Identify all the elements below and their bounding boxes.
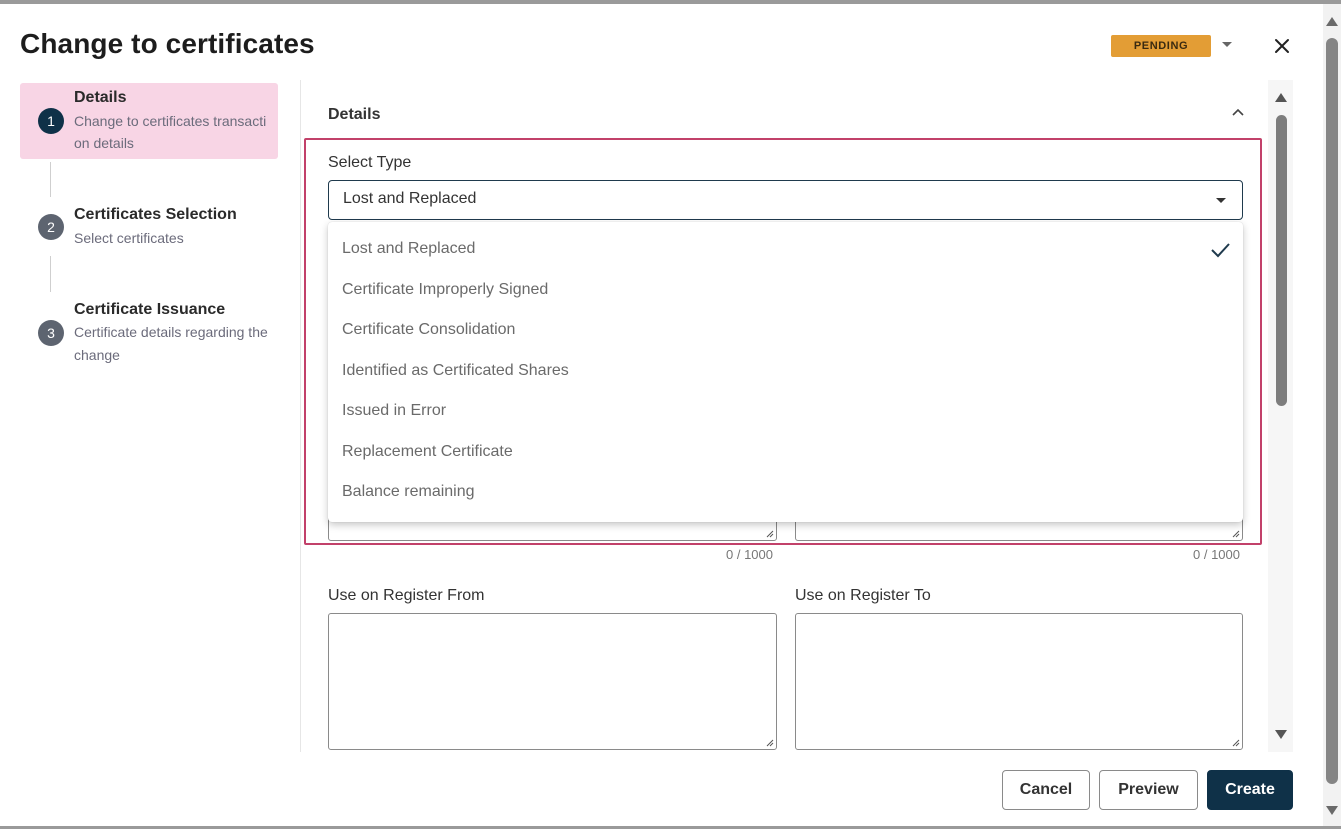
register-to-label: Use on Register To xyxy=(795,587,931,604)
register-from-input[interactable] xyxy=(328,613,777,750)
step-3-subtitle: Certificate details regarding the xyxy=(74,324,268,340)
step-1-title[interactable]: Details xyxy=(74,89,126,107)
preview-button[interactable]: Preview xyxy=(1099,770,1198,810)
scrollbar-thumb[interactable] xyxy=(1276,115,1287,406)
dialog-title: Change to certificates xyxy=(20,28,315,59)
step-3-number: 3 xyxy=(38,320,64,346)
status-badge[interactable]: PENDING xyxy=(1111,35,1211,57)
top-border xyxy=(0,0,1341,4)
scroll-down-icon[interactable] xyxy=(1275,730,1287,739)
step-3-subtitle-cont: change xyxy=(74,347,120,363)
close-icon[interactable] xyxy=(1270,34,1294,58)
highlight-frame xyxy=(304,138,1262,545)
resize-grip-icon[interactable] xyxy=(764,737,774,747)
step-2-number: 2 xyxy=(38,214,64,240)
step-2-title[interactable]: Certificates Selection xyxy=(74,206,237,224)
register-from-label: Use on Register From xyxy=(328,587,485,604)
scroll-up-icon[interactable] xyxy=(1275,93,1287,102)
step-connector xyxy=(50,256,51,292)
caret-down-icon[interactable] xyxy=(1222,42,1232,47)
step-connector xyxy=(50,162,51,197)
scroll-down-icon[interactable] xyxy=(1326,806,1338,815)
create-button[interactable]: Create xyxy=(1207,770,1293,810)
step-3-title[interactable]: Certificate Issuance xyxy=(74,301,225,319)
step-1-subtitle-cont: on details xyxy=(74,135,134,151)
step-1-number: 1 xyxy=(38,108,64,134)
panel-divider xyxy=(300,80,301,752)
scroll-up-icon[interactable] xyxy=(1326,17,1338,26)
step-2-subtitle: Select certificates xyxy=(74,230,184,246)
char-counter: 0 / 1000 xyxy=(1193,547,1240,562)
register-to-input[interactable] xyxy=(795,613,1243,750)
step-1-subtitle: Change to certificates transacti xyxy=(74,113,267,129)
chevron-up-icon[interactable] xyxy=(1228,103,1248,123)
cancel-button[interactable]: Cancel xyxy=(1002,770,1090,810)
resize-grip-icon[interactable] xyxy=(1230,737,1240,747)
section-title: Details xyxy=(328,106,381,123)
char-counter: 0 / 1000 xyxy=(726,547,773,562)
scrollbar-thumb[interactable] xyxy=(1326,38,1338,784)
